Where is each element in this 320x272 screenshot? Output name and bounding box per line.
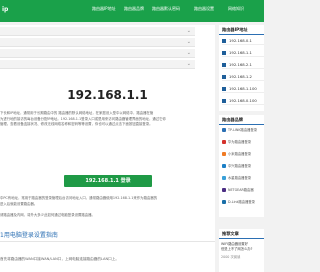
square-bullet-icon — [222, 99, 226, 103]
page-title: 192.168.1.1 — [67, 88, 148, 102]
sidebar-brand-panel: 路由器品牌 TP-LINK路由器登录 华为路由器登录 小米路由器登录 中兴路由器… — [219, 115, 264, 217]
sidebar-ip-label: 192.168.2.1 — [229, 62, 252, 67]
sidebar-brand-label: 水星路由器登录 — [228, 176, 252, 180]
sidebar-ip-label: 192.168.1.1 — [229, 50, 252, 55]
sidebar-ip-title: 路由器IP地址 — [222, 27, 248, 32]
info-line: 请路由器及内网，将外大多少此如何通过电脑登录设置路由器。 — [0, 213, 95, 217]
sidebar-ip-item[interactable]: 192.168.1.2 — [222, 73, 264, 81]
sidebar-brand-item[interactable]: 华为路由器登录 — [222, 138, 264, 147]
recommend-line: 但是上不了网怎么办? — [221, 247, 253, 251]
sidebar-brand-label: NETGEAR路由器 — [228, 188, 254, 192]
sidebar-recommend-title: 推荐文章 — [222, 231, 239, 236]
brand-logo-icon — [222, 152, 226, 156]
square-bullet-icon — [222, 51, 226, 55]
instruction-text: 首先将路由器的WAN口接WAN/LAN口，上网电脑连接路由器的LAN口上。 — [0, 257, 119, 261]
intro-text: 下长和IP地址，通常用于长期路由中的 路由器的默认网络地址，在家庭设入型中以网络… — [0, 111, 212, 128]
chevron-down-icon: ⌄ — [186, 50, 191, 56]
login-button[interactable]: 192.168.1.1 登录 — [64, 175, 152, 187]
sidebar-brand-label: TP-LINK路由器登录 — [228, 128, 258, 132]
nav-item-knowledge[interactable]: 网络知识 — [228, 6, 244, 12]
divider — [0, 241, 215, 242]
sidebar-ip-item[interactable]: 192.168.1.100 — [222, 85, 264, 93]
section-heading: 1用电脑登录设置指南 — [0, 232, 58, 239]
sidebar-ip-label: 192.168.1.2 — [229, 74, 252, 79]
notice-row[interactable]: ⌄ — [0, 60, 195, 69]
sidebar-brand-label: 中兴路由器登录 — [228, 164, 252, 168]
notice-row[interactable]: ⌄ — [0, 49, 195, 58]
info-line: 进入后就能设置路由器。 — [0, 201, 38, 206]
brand-logo-icon — [222, 140, 226, 144]
divider — [219, 124, 264, 125]
recommend-meta: 2000 次阅读 — [221, 255, 241, 259]
chevron-down-icon: ⌄ — [186, 28, 191, 34]
sidebar-brand-item[interactable]: NETGEAR路由器 — [222, 186, 264, 195]
sidebar-ip-label: 192.168.1.100 — [229, 86, 257, 91]
site-logo[interactable]: ip — [2, 6, 8, 13]
sidebar-recommend-panel: 推荐文章 WIFI路由器设置好 但是上不了网怎么办? 2000 次阅读 — [219, 229, 264, 272]
top-nav-bar: ip 路由器IP地址 路由器品牌 路由器默认密码 路由器设置 网络知识 — [0, 0, 264, 22]
nav-item-ip[interactable]: 路由器IP地址 — [92, 6, 116, 12]
brand-logo-icon — [222, 176, 226, 180]
square-bullet-icon — [222, 63, 226, 67]
sidebar-brand-item[interactable]: 水星路由器登录 — [222, 174, 264, 183]
divider — [219, 34, 264, 35]
sidebar-ip-panel: 路由器IP地址 192.168.0.1 192.168.1.1 192.168.… — [219, 25, 264, 111]
sidebar-brand-item[interactable]: 小米路由器登录 — [222, 150, 264, 159]
sidebar-ip-item[interactable]: 192.168.0.100 — [222, 97, 264, 105]
nav-item-brand[interactable]: 路由器品牌 — [124, 6, 144, 12]
notice-row[interactable]: ⌄ — [0, 38, 195, 47]
main-content: ⌄ ⌄ ⌄ ⌄ 192.168.1.1 下长和IP地址，通常用于长期路由中的 路… — [0, 25, 215, 272]
brand-logo-icon — [222, 164, 226, 168]
sidebar-brand-label: 华为路由器登录 — [228, 140, 252, 144]
notice-row[interactable]: ⌄ — [0, 27, 195, 36]
square-bullet-icon — [222, 87, 226, 91]
brand-logo-icon — [222, 200, 226, 204]
sidebar-ip-label: 192.168.0.100 — [229, 98, 257, 103]
nav-item-password[interactable]: 路由器默认密码 — [152, 6, 180, 12]
intro-line: 管理。查看设备连接状况、修改无线网络名称和密码等等设置，你也可以通过点击下面按钮… — [0, 122, 153, 126]
sidebar-ip-item[interactable]: 192.168.1.1 — [222, 49, 264, 57]
info-text: 中PC有地址，常用于路由器的登录管理后台访问地址入口，通常路由器使用192.16… — [0, 196, 212, 219]
chevron-down-icon: ⌄ — [186, 61, 191, 67]
sidebar-brand-item[interactable]: D-Link路由器登录 — [222, 198, 264, 207]
square-bullet-icon — [222, 75, 226, 79]
sidebar-brand-label: 小米路由器登录 — [228, 152, 252, 156]
chevron-down-icon: ⌄ — [186, 39, 191, 45]
recommend-link[interactable]: WIFI路由器设置好 但是上不了网怎么办? — [221, 242, 252, 252]
sidebar-brand-item[interactable]: TP-LINK路由器登录 — [222, 126, 264, 135]
sidebar-brand-item[interactable]: 中兴路由器登录 — [222, 162, 264, 171]
sidebar-ip-item[interactable]: 192.168.2.1 — [222, 61, 264, 69]
sidebar-ip-label: 192.168.0.1 — [229, 38, 252, 43]
sidebar-ip-item[interactable]: 192.168.0.1 — [222, 37, 264, 45]
sidebar-brand-label: D-Link路由器登录 — [228, 200, 255, 204]
divider — [219, 238, 264, 239]
sidebar-brand-title: 路由器品牌 — [222, 117, 243, 122]
brand-logo-icon — [222, 188, 226, 192]
nav-item-setup[interactable]: 路由器设置 — [194, 6, 214, 12]
square-bullet-icon — [222, 39, 226, 43]
brand-logo-icon — [222, 128, 226, 132]
